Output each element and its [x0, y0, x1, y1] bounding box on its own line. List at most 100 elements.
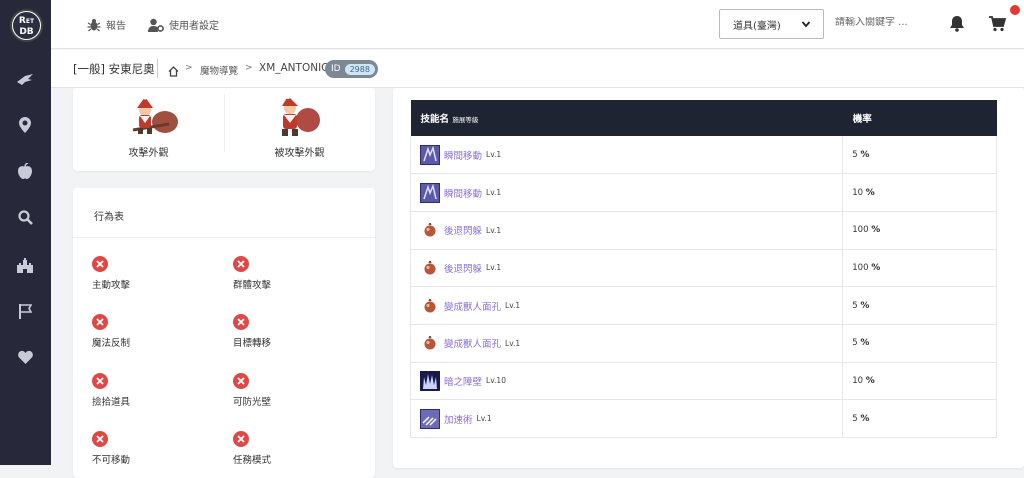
close-icon	[92, 314, 108, 330]
table-row: 變成獸人面孔 Lv.1 5 %	[409, 286, 997, 325]
id-badge: ID 2988	[325, 60, 378, 78]
chevron-down-icon	[801, 21, 811, 28]
behavior-item: 可防光壁	[233, 373, 353, 413]
cart-icon[interactable]	[989, 15, 1007, 36]
skill-cell: 變成獸人面孔 Lv.1	[409, 324, 844, 363]
rate-unit: %	[860, 413, 870, 424]
skill-entry: 變成獸人面孔 Lv.1	[420, 333, 842, 353]
skill-cell: 瞬間移動 Lv.1	[409, 173, 844, 212]
skill-name-link[interactable]: 暗之障壁	[444, 374, 482, 388]
table-row: 瞬間移動 Lv.1 5 %	[409, 136, 997, 174]
behavior-item: 不可移動	[92, 431, 212, 471]
rate-unit: %	[860, 300, 870, 311]
skill-name-link[interactable]: 後退閃躲	[444, 223, 482, 237]
rate-unit: %	[860, 149, 870, 160]
rate-cell: 5 %	[842, 286, 997, 325]
skill-level: Lv.10	[486, 376, 506, 386]
monster-sprite	[132, 96, 178, 134]
table-row: 暗之障壁 Lv.10 10 %	[409, 362, 997, 400]
bug-icon	[87, 18, 101, 31]
table-row: 後退閃躲 Lv.1 100 %	[409, 249, 997, 287]
behavior-title: 行為表	[94, 212, 124, 223]
map-pin-icon[interactable]	[16, 116, 34, 134]
skill-name-link[interactable]: 後退閃躲	[444, 261, 482, 275]
header-skill-label: 技能名	[420, 114, 450, 125]
skill-cell: 變成獸人面孔 Lv.1	[409, 286, 844, 325]
flag-icon[interactable]	[16, 302, 34, 320]
home-icon[interactable]	[168, 62, 179, 81]
skill-rate: 10 %	[852, 376, 875, 386]
skill-rate: 5 %	[852, 150, 869, 160]
report-link[interactable]: 報告	[87, 17, 126, 32]
behavior-card: 行為表 主動攻擊 群體攻擊 魔法反制 目標轉移 撿拾道具 可防光壁 不可移動 任…	[73, 188, 375, 478]
skill-level: Lv.1	[486, 225, 502, 235]
heart-icon[interactable]	[16, 348, 34, 366]
skill-level: Lv.1	[476, 414, 492, 424]
wing-icon[interactable]	[16, 70, 34, 88]
user-settings-label: 使用者設定	[169, 21, 219, 32]
skills-table-body: 瞬間移動 Lv.1 5 % 瞬間移動 Lv.1 10 % 後退閃躲 Lv.1 100 % 後退閃躲…	[409, 136, 997, 438]
behavior-label: 任務模式	[233, 455, 272, 466]
breadcrumb-section[interactable]: 魔物導覽	[200, 63, 238, 77]
language-select[interactable]: 道具(臺灣)	[719, 9, 824, 39]
skill-name-link[interactable]: 瞬間移動	[444, 186, 482, 200]
speed-icon	[420, 408, 440, 429]
skill-entry: 變成獸人面孔 Lv.1	[420, 296, 842, 316]
skill-name-link[interactable]: 瞬間移動	[444, 148, 482, 162]
notification-dot	[1010, 5, 1020, 15]
behavior-item: 目標轉移	[233, 314, 353, 354]
skill-rate: 100 %	[852, 263, 880, 273]
bell-icon[interactable]	[949, 15, 965, 36]
castle-icon[interactable]	[16, 256, 34, 274]
skill-entry: 加速術 Lv.1	[420, 408, 842, 429]
logo[interactable]: RET DB	[10, 9, 43, 42]
search-icon[interactable]	[16, 208, 34, 226]
chevron-right-icon: >	[185, 63, 193, 73]
behavior-item: 魔法反制	[92, 314, 212, 354]
behavior-item: 任務模式	[233, 431, 353, 471]
user-settings-link[interactable]: 使用者設定	[148, 17, 219, 32]
skill-rate: 100 %	[852, 225, 880, 235]
id-value: 2988	[344, 63, 375, 75]
monster-skill-icon	[420, 296, 440, 316]
skill-rate: 5 %	[852, 338, 869, 348]
close-icon	[233, 256, 249, 272]
behavior-label: 目標轉移	[233, 338, 272, 349]
divider	[157, 59, 158, 78]
rate-value: 5	[852, 413, 858, 424]
skill-level: Lv.1	[486, 188, 502, 198]
report-label: 報告	[106, 21, 126, 32]
rate-unit: %	[860, 338, 870, 349]
rate-unit: %	[865, 375, 875, 386]
table-row: 加速術 Lv.1 5 %	[409, 399, 997, 438]
close-icon	[233, 431, 249, 447]
behavior-label: 魔法反制	[92, 338, 131, 349]
divider	[73, 237, 375, 238]
behavior-label: 撿拾道具	[92, 397, 131, 408]
rate-cell: 100 %	[842, 249, 997, 287]
rate-value: 100	[852, 225, 869, 236]
behavior-label: 主動攻擊	[92, 280, 131, 291]
teleport-icon	[420, 182, 440, 203]
damaged-appearance: 被攻擊外觀	[224, 94, 375, 164]
behavior-label: 可防光壁	[233, 397, 272, 408]
rate-cell: 10 %	[842, 362, 997, 400]
skill-name-link[interactable]: 變成獸人面孔	[444, 299, 501, 313]
rate-cell: 100 %	[842, 211, 997, 250]
skill-name-link[interactable]: 加速術	[444, 412, 473, 426]
rate-value: 5	[852, 149, 858, 160]
search-input[interactable]	[835, 17, 925, 28]
rate-value: 10	[852, 187, 864, 198]
apple-icon[interactable]	[16, 162, 34, 180]
appearance-card: 攻擊外觀 被攻擊外觀	[73, 88, 375, 171]
close-icon	[92, 256, 108, 272]
skill-rate: 10 %	[852, 188, 875, 198]
top-bar: 報告 使用者設定 道具(臺灣)	[51, 0, 1024, 49]
logo-text: RET DB	[13, 12, 40, 39]
table-row: 瞬間移動 Lv.1 10 %	[409, 173, 997, 212]
rate-cell: 5 %	[842, 324, 997, 363]
behavior-item: 撿拾道具	[92, 373, 212, 413]
skill-rate: 5 %	[852, 414, 869, 424]
close-icon	[92, 373, 108, 389]
skill-name-link[interactable]: 變成獸人面孔	[444, 336, 501, 350]
